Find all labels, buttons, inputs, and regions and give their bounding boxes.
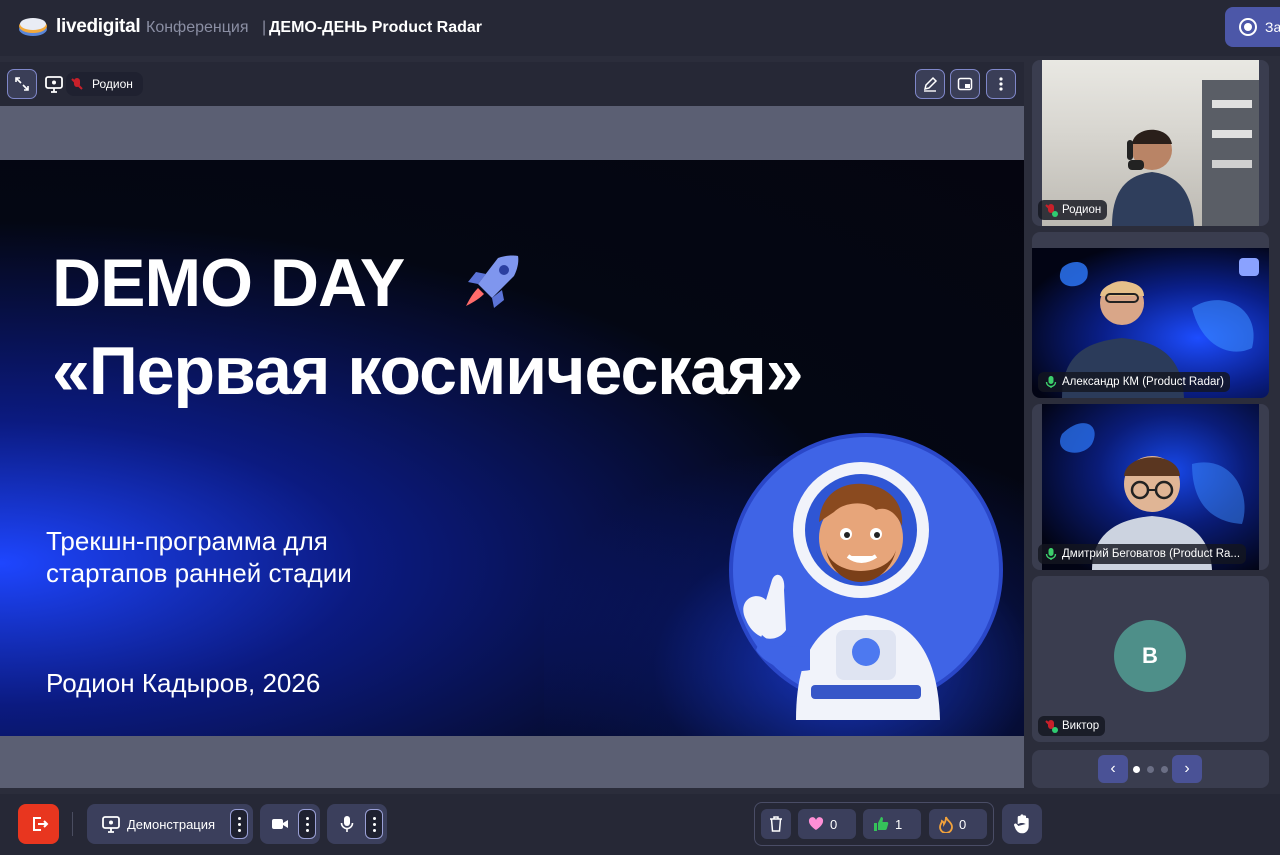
camera-icon — [272, 819, 288, 829]
mic-muted-icon — [1045, 720, 1058, 733]
slide-title-line1: DEMO DAY — [52, 245, 405, 321]
livedigital-logo-icon — [19, 18, 47, 36]
participant-name-chip: Дмитрий Беговатов (Product Ra... — [1038, 544, 1247, 564]
hand-icon — [1014, 814, 1029, 834]
reactions-panel: 0 1 0 — [754, 802, 994, 846]
top-bar: livedigital Конференция | ДЕМО-ДЕНЬ Prod… — [0, 0, 1280, 56]
raise-hand-button[interactable] — [1002, 804, 1042, 844]
conference-title: ДЕМО-ДЕНЬ Product Radar — [269, 19, 482, 36]
thumbs-up-count: 1 — [895, 816, 903, 832]
fire-reaction-button[interactable]: 0 — [929, 809, 987, 839]
screen-share-icon — [102, 816, 120, 833]
microphone-icon — [340, 816, 354, 832]
exit-icon — [32, 817, 48, 831]
thumbs-up-icon — [874, 817, 889, 831]
record-button-label: За — [1265, 19, 1280, 35]
mic-on-icon — [1045, 548, 1057, 560]
page-dot-active[interactable] — [1133, 766, 1140, 773]
mic-on-icon — [1045, 376, 1057, 388]
fire-count: 0 — [959, 816, 967, 832]
conference-type-label: Конференция — [146, 19, 249, 36]
camera-options-button[interactable] — [298, 809, 316, 839]
screen-share-button[interactable]: Демонстрация — [87, 804, 253, 844]
layout-icon — [957, 77, 973, 91]
stage-more-button[interactable] — [986, 69, 1016, 99]
toolbar-divider — [72, 812, 73, 836]
presentation-slide: DEMO DAY «Первая космическая» Трекшн-про… — [0, 160, 1024, 736]
participant-name: Александр КМ (Product Radar) — [1062, 376, 1225, 388]
presenter-name: Родион — [92, 77, 133, 91]
camera-button[interactable] — [260, 804, 320, 844]
app-logo-text: livedigital — [56, 16, 141, 37]
more-vertical-icon — [999, 77, 1003, 91]
participant-tile-viktor[interactable]: B Виктор — [1032, 576, 1269, 742]
slide-author: Родион Кадыров, 2026 — [46, 668, 321, 698]
chevron-right-icon: › — [1184, 760, 1190, 777]
fullscreen-button[interactable] — [7, 69, 37, 99]
participant-tile-alexander[interactable]: Александр КМ (Product Radar) — [1032, 232, 1269, 398]
screen-share-stage: Родион DEMO DAY «Первая космическая» Тре… — [0, 62, 1024, 788]
participant-tile-dmitry[interactable]: Дмитрий Беговатов (Product Ra... — [1032, 404, 1269, 570]
prev-page-button[interactable]: ‹ — [1098, 755, 1128, 783]
expand-icon — [15, 77, 29, 91]
page-dot[interactable] — [1147, 766, 1154, 773]
slide-subtitle-line1: Трекшн-программа для — [46, 526, 328, 556]
record-icon — [1239, 18, 1257, 36]
participant-name-chip: Александр КМ (Product Radar) — [1038, 372, 1231, 392]
participant-name: Виктор — [1062, 720, 1100, 732]
screen-share-options-button[interactable] — [230, 809, 248, 839]
stage-toolbar: Родион — [0, 62, 1024, 106]
record-button[interactable]: За — [1225, 7, 1280, 47]
participant-tile-rodion[interactable]: Родион — [1032, 60, 1269, 226]
participant-name: Дмитрий Беговатов (Product Ra... — [1062, 548, 1241, 560]
next-page-button[interactable]: › — [1172, 755, 1202, 783]
participant-name-chip: Родион — [1038, 200, 1108, 220]
microphone-options-button[interactable] — [365, 809, 383, 839]
mic-muted-icon — [71, 78, 83, 90]
heart-reaction-button[interactable]: 0 — [798, 809, 856, 839]
avatar: B — [1114, 620, 1186, 692]
page-dot[interactable] — [1161, 766, 1168, 773]
leave-button[interactable] — [18, 804, 59, 844]
heart-icon — [808, 817, 824, 830]
slide-subtitle-line2: стартапов ранней стадии — [46, 558, 352, 588]
rocket-icon — [466, 255, 519, 308]
participant-name-chip: Виктор — [1038, 716, 1106, 736]
pencil-icon — [923, 76, 938, 92]
slide-title-line2: «Первая космическая» — [52, 333, 804, 409]
microphone-button[interactable] — [327, 804, 387, 844]
participant-name: Родион — [1062, 204, 1102, 216]
trash-icon — [770, 816, 782, 832]
bottom-toolbar: Демонстрация 0 1 0 — [0, 794, 1280, 855]
draw-button[interactable] — [915, 69, 945, 99]
screen-share-label: Демонстрация — [127, 816, 216, 832]
title-separator: | — [262, 19, 267, 36]
participants-pager: ‹ › — [1032, 750, 1269, 788]
thumbs-up-reaction-button[interactable]: 1 — [863, 809, 921, 839]
heart-count: 0 — [830, 816, 838, 832]
astronaut-illustration — [729, 433, 1003, 720]
layout-button[interactable] — [950, 69, 980, 99]
chevron-left-icon: ‹ — [1110, 760, 1116, 777]
clear-reactions-button[interactable] — [761, 809, 791, 839]
screen-share-icon — [45, 76, 63, 93]
fire-icon — [939, 816, 953, 833]
mic-muted-icon — [1045, 204, 1058, 217]
